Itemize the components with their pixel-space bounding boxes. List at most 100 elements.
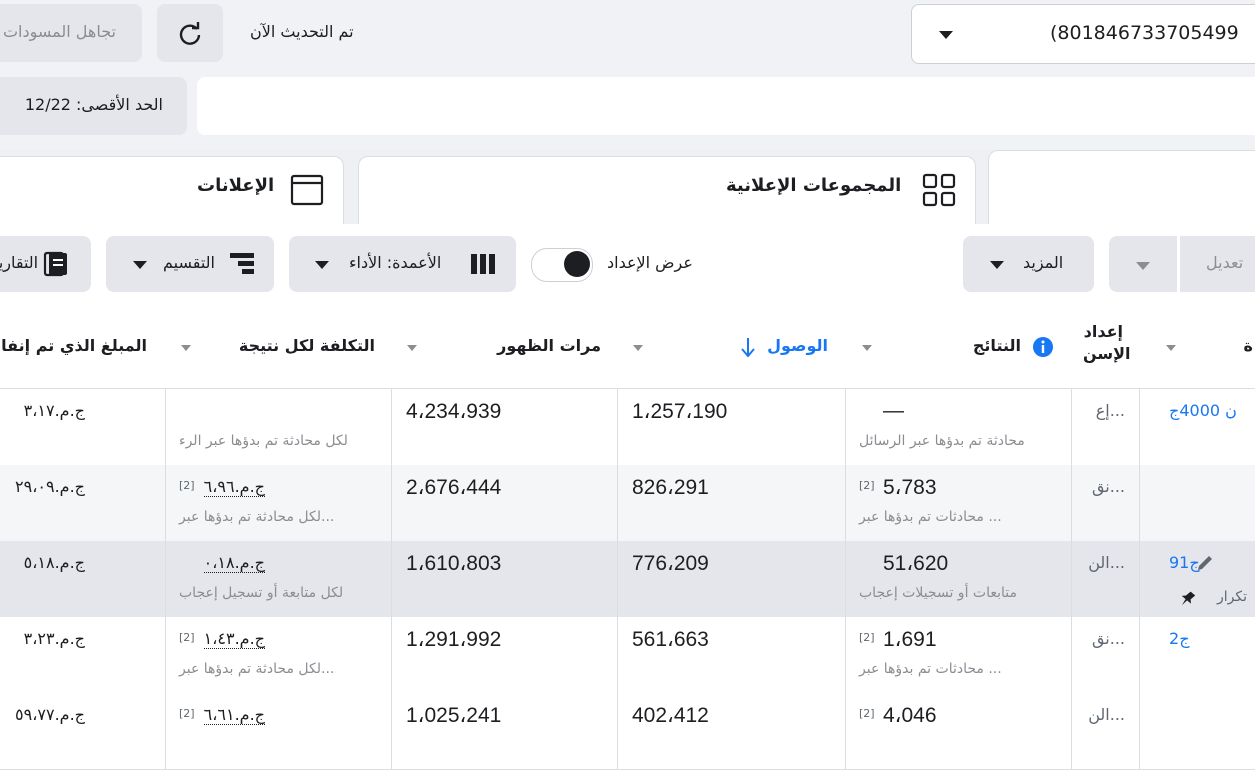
cell-setup: الن...: [1071, 541, 1140, 617]
setup-value: إع...: [1095, 401, 1125, 420]
header-amount-spent[interactable]: المبلغ الذي تم إنفا: [0, 308, 166, 389]
setup-value: نق...: [1091, 477, 1125, 496]
more-label: المزيد: [1023, 253, 1064, 272]
tab-ads-label: الإعلانات: [197, 175, 275, 196]
header-results[interactable]: النتائج: [845, 308, 1072, 389]
cell-reach: 561،663: [617, 617, 846, 693]
search-filter-bar[interactable]: [197, 77, 1255, 135]
header-cost-per-result[interactable]: التكلفة لكل نتيجة: [165, 308, 392, 389]
cell-reach: 826،291: [617, 465, 846, 541]
cell-spent: ج.م.٥،١٨: [0, 541, 166, 617]
refresh-status-text: تم التحديث الآن: [250, 22, 354, 41]
edit-button[interactable]: تعديل: [1180, 236, 1255, 292]
show-setup-toggle[interactable]: [531, 248, 593, 282]
cell-cost: ج.م.٠،١٨ لكل متابعة أو تسجيل إعجاب: [165, 541, 392, 617]
table-row[interactable]: ج.م.٣،٢٣ ج.م.١،٤٣ [2] لكل محادثة تم بدؤها ع…: [0, 617, 1255, 694]
sort-arrow-icon: [1166, 345, 1176, 351]
cost-per-result-value: ج.م.٦،٩٦: [203, 477, 265, 497]
dropdown-arrow-icon: [939, 31, 953, 39]
tab-campaigns[interactable]: [988, 150, 1255, 225]
pin-icon[interactable]: [1177, 589, 1197, 609]
cell-impressions: 2،676،444: [391, 465, 618, 541]
header-name[interactable]: ة: [1139, 308, 1255, 389]
footnote-marker: [2]: [859, 631, 875, 644]
chevron-down-icon: [315, 261, 329, 269]
account-select[interactable]: (801846733705499: [911, 4, 1255, 64]
setup-value: نق...: [1091, 629, 1125, 648]
header-impressions[interactable]: مرات الظهور: [391, 308, 618, 389]
amount-spent-value: ج.م.٥،١٨: [23, 553, 85, 572]
cell-setup: الن...: [1071, 693, 1140, 769]
row-name-subtext: تكرار: [1217, 589, 1248, 605]
cell-name[interactable]: 2ج: [1139, 617, 1255, 693]
table-row[interactable]: ج.م.٥٩،٧٧ ج.م.٦،٦١ [2] 1،025،241 402،412 [2] 4…: [0, 693, 1255, 770]
cost-per-result-subtext: لكل محادثة تم بدؤها عبر الرء: [179, 433, 348, 449]
edit-label: تعديل: [1206, 253, 1244, 272]
table-row[interactable]: ج.م.٥،١٨ ج.م.٠،١٨ لكل متابعة أو تسجيل إعجا…: [0, 541, 1255, 618]
table-row[interactable]: ج.م.٣،١٧ لكل محادثة تم بدؤها عبر الرء 4،23…: [0, 389, 1255, 466]
footnote-marker: [2]: [179, 707, 195, 720]
cost-per-result-value: ج.م.٦،٦١: [203, 705, 265, 725]
cell-results: [2] 5،783 محادثات تم بدؤها عبر ...: [845, 465, 1072, 541]
cost-per-result-subtext: لكل محادثة تم بدؤها عبر...: [179, 509, 335, 525]
cell-reach: 776،209: [617, 541, 846, 617]
toggle-knob: [564, 251, 590, 277]
cell-name[interactable]: ن 4000ج: [1139, 389, 1255, 465]
cell-impressions: 4،234،939: [391, 389, 618, 465]
breakdown-label: التقسيم: [163, 253, 215, 272]
cell-cost: ج.م.١،٤٣ [2] لكل محادثة تم بدؤها عبر...: [165, 617, 392, 693]
results-value: 5،783: [883, 476, 937, 499]
footnote-marker: [2]: [179, 631, 195, 644]
row-name-link[interactable]: 2ج: [1169, 629, 1190, 648]
reach-value: 402،412: [632, 704, 709, 727]
cell-setup: إع...: [1071, 389, 1140, 465]
breakdown-button[interactable]: التقسيم: [106, 236, 274, 292]
cell-setup: نق...: [1071, 465, 1140, 541]
reports-label: التقارير: [0, 253, 39, 272]
table-row[interactable]: ج.م.٢٩،٠٩ ج.م.٦،٩٦ [2] لكل محادثة تم بدؤها …: [0, 465, 1255, 542]
cell-name[interactable]: 91ج تكرار: [1139, 541, 1255, 617]
columns-label: الأعمدة: الأداء: [349, 253, 442, 272]
refresh-button[interactable]: [157, 4, 223, 62]
cell-cost: لكل محادثة تم بدؤها عبر الرء: [165, 389, 392, 465]
header-setup[interactable]: إعداد الإسن: [1071, 308, 1140, 389]
header-results-label: النتائج: [972, 336, 1021, 355]
ignore-drafts-button[interactable]: تجاهل المسودات: [0, 4, 142, 62]
tab-ad-sets[interactable]: المجموعات الإعلانية: [358, 156, 976, 225]
cell-name[interactable]: [1139, 693, 1255, 769]
reports-icon: [43, 251, 67, 277]
edit-dropdown-button[interactable]: [1109, 236, 1177, 292]
tab-ad-sets-label: المجموعات الإعلانية: [726, 175, 902, 196]
setup-value: الن...: [1088, 553, 1125, 572]
cell-results: — محادثة تم بدؤها عبر الرسائل: [845, 389, 1072, 465]
impressions-value: 4،234،939: [406, 400, 502, 423]
header-reach[interactable]: الوصول: [617, 308, 846, 389]
reach-value: 1،257،190: [632, 400, 728, 423]
header-amount-spent-label: المبلغ الذي تم إنفا: [1, 336, 147, 355]
cell-results: 51،620 متابعات أو تسجيلات إعجاب: [845, 541, 1072, 617]
ignore-drafts-label: تجاهل المسودات: [2, 22, 116, 41]
cell-spent: ج.م.٥٩،٧٧: [0, 693, 166, 769]
max-limit-label: الحد الأقصى: 12/22: [24, 95, 163, 114]
show-setup-label: عرض الإعداد: [607, 253, 693, 272]
cell-spent: ج.م.٣،١٧: [0, 389, 166, 465]
row-name-link[interactable]: ن 4000ج: [1169, 401, 1237, 420]
reports-button[interactable]: التقارير: [0, 236, 91, 292]
columns-button[interactable]: الأعمدة: الأداء: [289, 236, 516, 292]
cell-impressions: 1،025،241: [391, 693, 618, 769]
info-icon[interactable]: [1032, 336, 1054, 358]
sort-arrow-icon: [407, 345, 417, 351]
cell-results: [2] 1،691 محادثات تم بدؤها عبر ...: [845, 617, 1072, 693]
chevron-down-icon: [133, 261, 147, 269]
impressions-value: 1،025،241: [406, 704, 502, 727]
results-subtext: متابعات أو تسجيلات إعجاب: [859, 585, 1017, 601]
edit-pencil-icon[interactable]: [1195, 553, 1215, 573]
more-button[interactable]: المزيد: [963, 236, 1094, 292]
tab-ads[interactable]: الإعلانات: [0, 156, 344, 225]
footnote-marker: [2]: [179, 479, 195, 492]
cell-name[interactable]: [1139, 465, 1255, 541]
cell-impressions: 1،610،803: [391, 541, 618, 617]
cost-per-result-subtext: لكل متابعة أو تسجيل إعجاب: [179, 585, 344, 601]
impressions-value: 1،291،992: [406, 628, 502, 651]
cost-per-result-value: ج.م.٠،١٨: [203, 553, 265, 573]
